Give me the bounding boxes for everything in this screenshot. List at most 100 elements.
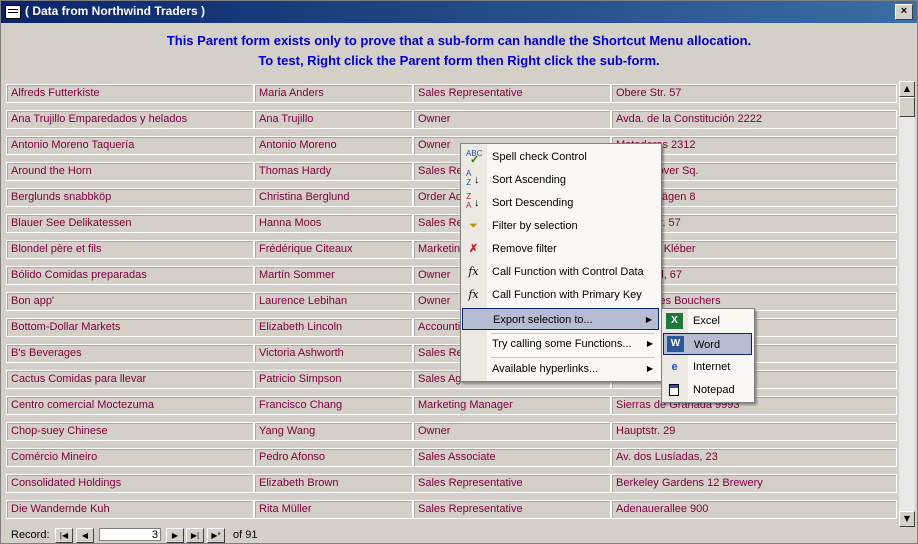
contact-name-field[interactable]: Elizabeth Brown xyxy=(254,474,413,493)
contact-name-field[interactable]: Victoria Ashworth xyxy=(254,344,413,363)
contact-name-field[interactable]: Christina Berglund xyxy=(254,188,413,207)
window-title: ( Data from Northwind Traders ) xyxy=(25,4,206,18)
internet-icon: e xyxy=(671,361,678,373)
previous-record-button[interactable]: ◀ xyxy=(76,528,94,543)
submenu-arrow-icon: ▶ xyxy=(646,339,653,348)
company-name-field[interactable]: Centro comercial Moctezuma xyxy=(6,396,254,415)
submenu-item-notepad[interactable]: Notepad xyxy=(662,379,752,401)
address-field[interactable]: Berkeley Gardens 12 Brewery xyxy=(611,474,897,493)
contact-name-field[interactable]: Pedro Afonso xyxy=(254,448,413,467)
export-submenu: X Excel W Word e Internet Notepad xyxy=(661,308,755,403)
contact-name-field[interactable]: Thomas Hardy xyxy=(254,162,413,181)
title-bar: ( Data from Northwind Traders ) × xyxy=(1,1,917,23)
company-name-field[interactable]: Chop-suey Chinese xyxy=(6,422,254,441)
contact-title-field[interactable]: Owner xyxy=(413,422,611,441)
vertical-scrollbar[interactable]: ▲ ▼ xyxy=(899,81,915,527)
menu-item-sort-descending[interactable]: Z A ↓ Sort Descending xyxy=(461,192,659,214)
next-record-button[interactable]: ▶ xyxy=(166,528,184,543)
company-name-field[interactable]: Blondel père et fils xyxy=(6,240,254,259)
scroll-down-button[interactable]: ▼ xyxy=(899,511,915,527)
menu-item-available-hyperlinks[interactable]: Available hyperlinks... ▶ xyxy=(461,358,659,380)
context-menu: ABC ✓ Spell check Control A Z ↓ Sort Ascend… xyxy=(460,143,662,382)
function-icon: fx xyxy=(468,288,479,301)
company-name-field[interactable]: Alfreds Futterkiste xyxy=(6,84,254,103)
function-icon: fx xyxy=(468,265,479,278)
contact-name-field[interactable]: Maria Anders xyxy=(254,84,413,103)
record-row: B's BeveragesVictoria AshworthSales Repr… xyxy=(5,341,898,367)
record-row: Die Wandernde Kuh Rita Müller Sales Repres… xyxy=(5,497,898,523)
submenu-item-word[interactable]: W Word xyxy=(663,333,752,355)
excel-icon: X xyxy=(666,313,683,329)
current-record-field[interactable]: 3 xyxy=(99,528,161,541)
menu-item-spell-check[interactable]: ABC ✓ Spell check Control xyxy=(461,146,659,168)
record-row: Centro comercial Moctezuma Francisco Chan… xyxy=(5,393,898,419)
close-button[interactable]: × xyxy=(895,4,913,20)
last-record-button[interactable]: ▶| xyxy=(186,528,204,543)
company-name-field[interactable]: Cactus Comidas para llevar xyxy=(6,370,254,389)
record-row: Blondel père et fils Frédérique Citeaux Ma… xyxy=(5,237,898,263)
address-field[interactable]: Hauptstr. 29 xyxy=(611,422,897,441)
address-field[interactable]: Obere Str. 57 xyxy=(611,84,897,103)
word-icon: W xyxy=(667,336,684,352)
record-row: Alfreds Futterkiste Maria Anders Sales Rep… xyxy=(5,81,898,107)
company-name-field[interactable]: Die Wandernde Kuh xyxy=(6,500,254,519)
first-record-button[interactable]: |◀ xyxy=(55,528,73,543)
menu-item-export-selection[interactable]: Export selection to... ▶ xyxy=(462,308,659,330)
record-row: Bon app' Laurence Lebihan Owner 12, rue des… xyxy=(5,289,898,315)
company-name-field[interactable]: Bottom-Dollar Markets xyxy=(6,318,254,337)
contact-name-field[interactable]: Elizabeth Lincoln xyxy=(254,318,413,337)
menu-item-sort-ascending[interactable]: A Z ↓ Sort Ascending xyxy=(461,169,659,191)
menu-item-remove-filter[interactable]: ✗ Remove filter xyxy=(461,238,659,260)
contact-name-field[interactable]: Yang Wang xyxy=(254,422,413,441)
menu-item-call-function-control[interactable]: fx Call Function with Control Data xyxy=(461,261,659,283)
contact-name-field[interactable]: Antonio Moreno xyxy=(254,136,413,155)
record-row: Ana Trujillo Emparedados y helados Ana Tr… xyxy=(5,107,898,133)
company-name-field[interactable]: Consolidated Holdings xyxy=(6,474,254,493)
contact-title-field[interactable]: Sales Representative xyxy=(413,84,611,103)
scroll-thumb[interactable] xyxy=(899,97,915,117)
submenu-item-excel[interactable]: X Excel xyxy=(662,310,752,332)
contact-name-field[interactable]: Francisco Chang xyxy=(254,396,413,415)
contact-name-field[interactable]: Patricio Simpson xyxy=(254,370,413,389)
contact-title-field[interactable]: Sales Representative xyxy=(413,474,611,493)
contact-name-field[interactable]: Ana Trujillo xyxy=(254,110,413,129)
menu-item-filter-by-selection[interactable]: ⏷ Filter by selection xyxy=(461,215,659,237)
menu-item-try-calling-functions[interactable]: Try calling some Functions... ▶ xyxy=(461,333,659,355)
form-icon xyxy=(5,5,21,19)
contact-name-field[interactable]: Hanna Moos xyxy=(254,214,413,233)
record-row: Chop-suey Chinese Yang Wang Owner Hauptstr.… xyxy=(5,419,898,445)
contact-name-field[interactable]: Laurence Lebihan xyxy=(254,292,413,311)
menu-item-call-function-primary-key[interactable]: fx Call Function with Primary Key xyxy=(461,284,659,306)
record-row: Bólido Comidas preparadas Martín Sommer Ow… xyxy=(5,263,898,289)
company-name-field[interactable]: Bólido Comidas preparadas xyxy=(6,266,254,285)
new-record-button[interactable]: ▶* xyxy=(207,528,225,543)
address-field[interactable]: Adenauerallee 900 xyxy=(611,500,897,519)
company-name-field[interactable]: Comércio Mineiro xyxy=(6,448,254,467)
scroll-up-button[interactable]: ▲ xyxy=(899,81,915,97)
sort-descending-icon: Z A ↓ xyxy=(466,192,480,210)
company-name-field[interactable]: Bon app' xyxy=(6,292,254,311)
company-name-field[interactable]: Antonio Moreno Taquería xyxy=(6,136,254,155)
record-row: Comércio Mineiro Pedro Afonso Sales Associ… xyxy=(5,445,898,471)
submenu-item-internet[interactable]: e Internet xyxy=(662,356,752,378)
address-field[interactable]: Avda. de la Constitución 2222 xyxy=(611,110,897,129)
contact-name-field[interactable]: Martín Sommer xyxy=(254,266,413,285)
contact-name-field[interactable]: Frédérique Citeaux xyxy=(254,240,413,259)
company-name-field[interactable]: B's Beverages xyxy=(6,344,254,363)
company-name-field[interactable]: Around the Horn xyxy=(6,162,254,181)
contact-title-field[interactable]: Marketing Manager xyxy=(413,396,611,415)
company-name-field[interactable]: Ana Trujillo Emparedados y helados xyxy=(6,110,254,129)
contact-title-field[interactable]: Owner xyxy=(413,110,611,129)
form-window: ( Data from Northwind Traders ) × This P… xyxy=(0,0,918,544)
company-name-field[interactable]: Blauer See Delikatessen xyxy=(6,214,254,233)
address-field[interactable]: Av. dos Lusíadas, 23 xyxy=(611,448,897,467)
remove-filter-icon: ✗ xyxy=(468,243,479,255)
submenu-arrow-icon: ▶ xyxy=(645,315,652,324)
header-line-1: This Parent form exists only to prove th… xyxy=(166,33,752,48)
record-navigator: Record: |◀ ◀ 3 ▶ ▶| ▶* of 91 xyxy=(1,527,917,543)
contact-name-field[interactable]: Rita Müller xyxy=(254,500,413,519)
company-name-field[interactable]: Berglunds snabbköp xyxy=(6,188,254,207)
contact-title-field[interactable]: Sales Representative xyxy=(413,500,611,519)
contact-title-field[interactable]: Sales Associate xyxy=(413,448,611,467)
subform-records[interactable]: Alfreds Futterkiste Maria Anders Sales Rep… xyxy=(5,81,898,525)
